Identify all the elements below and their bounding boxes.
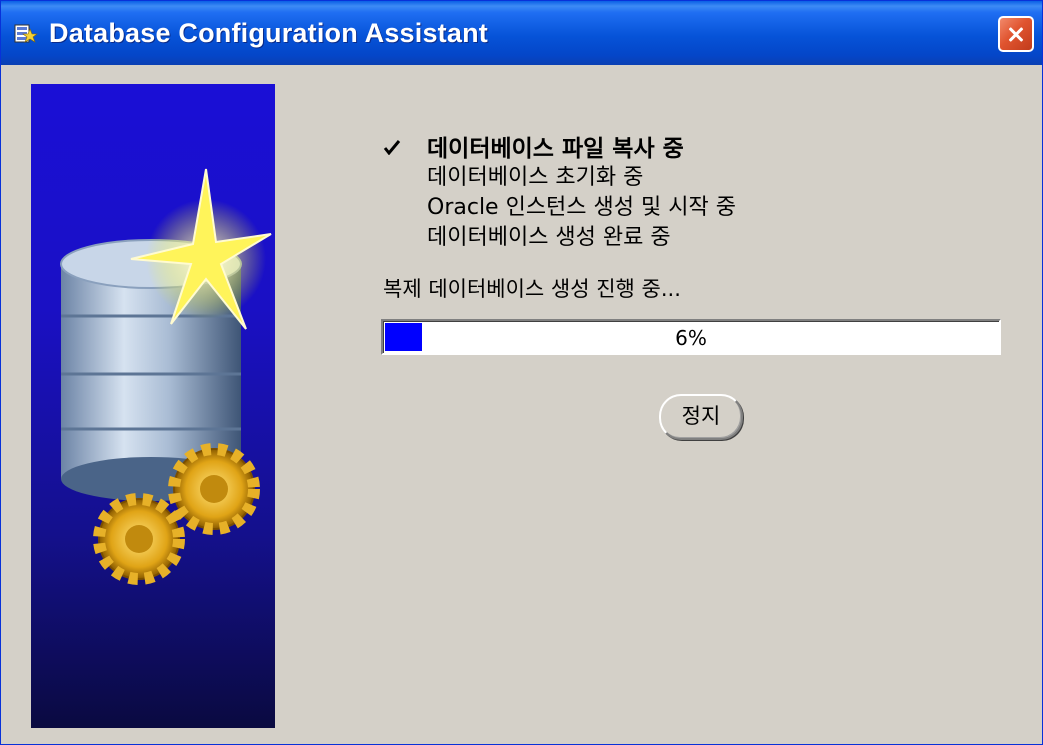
step-label: 데이터베이스 생성 완료 중: [427, 225, 671, 250]
database-icon: [14, 24, 38, 43]
progress-percent: 6%: [675, 326, 707, 350]
status-message: 복제 데이터베이스 생성 진행 중...: [383, 277, 681, 301]
gear-icon: [168, 443, 260, 535]
window-title: Database Configuration Assistant: [49, 18, 488, 48]
step-label: 데이터베이스 파일 복사 중: [427, 136, 684, 162]
dca-window: Database Configuration Assistant 데이터베이스 …: [0, 0, 1043, 745]
gear-icon: [93, 493, 185, 585]
stop-button[interactable]: 정지: [659, 394, 743, 440]
step-label: 데이터베이스 초기화 중: [427, 165, 644, 190]
checkmark-icon: [383, 140, 401, 155]
title-bar[interactable]: Database Configuration Assistant: [1, 1, 1042, 65]
step-label: Oracle 인스턴스 생성 및 시작 중: [427, 195, 736, 220]
progress-bar: 6%: [381, 319, 1001, 355]
side-banner-image: [31, 84, 275, 728]
close-button[interactable]: [998, 16, 1034, 52]
